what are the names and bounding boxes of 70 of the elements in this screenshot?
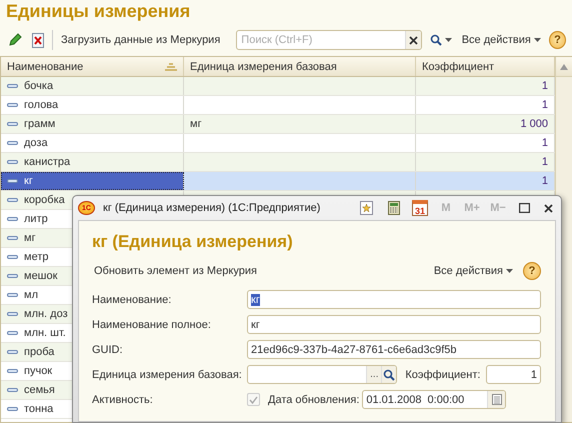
item-icon xyxy=(7,293,18,297)
search-icon xyxy=(383,368,396,380)
help-button[interactable]: ? xyxy=(548,31,566,49)
delete-button[interactable] xyxy=(30,30,46,50)
sort-icon xyxy=(165,62,177,70)
help-button[interactable]: ? xyxy=(523,262,541,280)
item-icon xyxy=(7,160,18,164)
search-box[interactable]: Поиск (Ctrl+F) xyxy=(236,30,422,50)
field-label: Дата обновления: xyxy=(268,394,360,406)
item-icon xyxy=(7,236,18,240)
item-icon xyxy=(7,255,18,259)
field-label: Наименование: xyxy=(92,294,172,306)
item-icon xyxy=(7,179,18,183)
table-cell: мг xyxy=(184,115,416,133)
item-icon xyxy=(7,198,18,202)
item-icon xyxy=(7,388,18,392)
item-icon xyxy=(7,141,18,145)
calendar-icon xyxy=(492,394,502,405)
pencil-icon xyxy=(8,33,22,47)
item-icon xyxy=(7,103,18,107)
field-label: GUID: xyxy=(92,344,124,356)
item-icon xyxy=(7,312,18,316)
name-field[interactable]: кг xyxy=(247,290,541,309)
choose-button[interactable]: ... xyxy=(366,366,382,383)
table-cell: грамм xyxy=(1,115,184,133)
field-label: Коэффициент: xyxy=(405,368,480,380)
calendar-button[interactable]: 31 xyxy=(412,200,428,216)
calculator-icon xyxy=(388,201,400,215)
all-actions-button[interactable]: Все действия xyxy=(432,263,515,279)
table-cell: доза xyxy=(1,134,184,152)
item-icon xyxy=(7,369,18,373)
maximize-icon xyxy=(518,203,530,213)
table-cell: голова xyxy=(1,96,184,114)
delete-icon xyxy=(32,32,44,48)
all-actions-button[interactable]: Все действия xyxy=(460,32,543,48)
activity-checkbox[interactable] xyxy=(247,393,260,406)
item-icon xyxy=(7,84,18,88)
calendar-button[interactable] xyxy=(487,391,506,408)
item-icon xyxy=(7,217,18,221)
search-button[interactable] xyxy=(381,366,396,383)
guid-field[interactable]: 21ed96c9-337b-4a27-8761-c6e6ad3c9f5b xyxy=(247,340,541,359)
full-name-field[interactable]: кг xyxy=(247,315,541,334)
arrow-up-icon xyxy=(560,64,568,70)
table-cell: бочка xyxy=(1,77,184,95)
caret-icon xyxy=(444,38,452,42)
favorite-button[interactable] xyxy=(358,199,374,217)
caret-icon xyxy=(506,269,513,273)
star-icon xyxy=(360,201,372,215)
caret-icon xyxy=(534,38,541,42)
coefficient-field[interactable]: 1 xyxy=(486,365,541,384)
item-icon xyxy=(7,274,18,278)
close-icon xyxy=(544,204,552,212)
item-icon xyxy=(7,350,18,354)
table-cell: кг xyxy=(1,172,184,190)
update-date-field[interactable]: 01.01.2008 0:00:00 xyxy=(362,390,506,409)
scroll-up-button[interactable] xyxy=(556,57,572,77)
column-header[interactable]: Наименование xyxy=(1,57,184,76)
table-cell: канистра xyxy=(1,153,184,171)
page-title: Единицы измерения xyxy=(5,0,192,23)
close-icon xyxy=(408,36,418,44)
column-header[interactable]: Единица измерения базовая xyxy=(184,57,416,76)
calculator-button[interactable] xyxy=(386,199,402,217)
item-icon xyxy=(7,407,18,411)
item-icon xyxy=(7,331,18,335)
item-icon xyxy=(7,122,18,126)
base-unit-field[interactable]: ... xyxy=(247,365,398,384)
search-icon xyxy=(430,34,442,46)
load-data-button[interactable]: Загрузить данные из Меркурия xyxy=(58,32,222,48)
search-button[interactable] xyxy=(428,32,454,48)
clear-button[interactable] xyxy=(404,31,421,49)
